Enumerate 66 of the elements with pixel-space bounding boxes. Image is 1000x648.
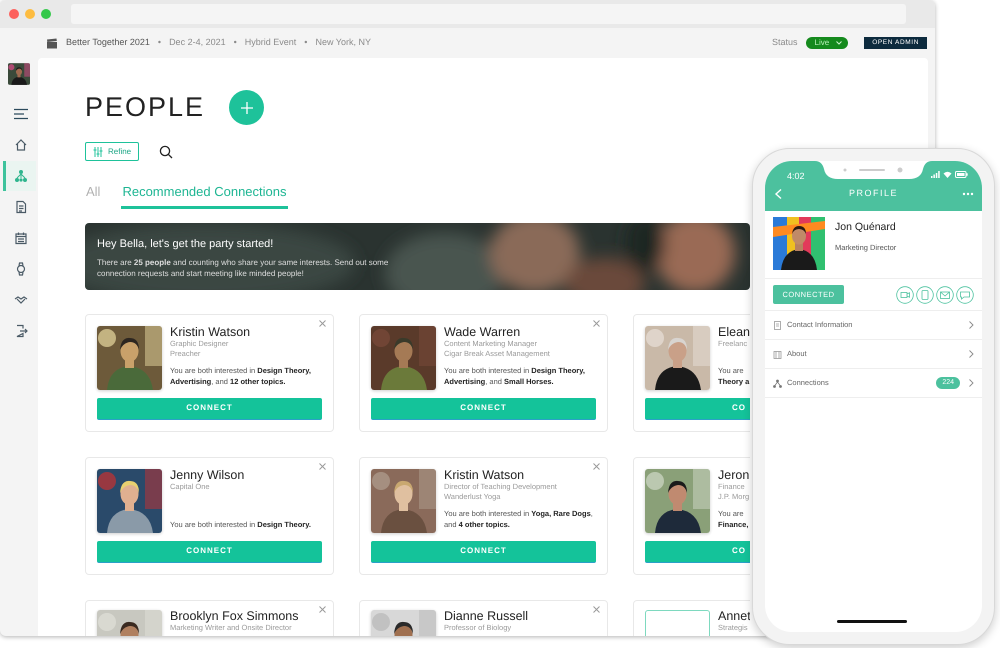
separator-dot: • xyxy=(304,36,308,50)
page-title: PEOPLE xyxy=(85,91,206,124)
person-name: Brooklyn Fox Simmons xyxy=(170,610,299,624)
person-name: Jeron xyxy=(718,468,750,482)
close-icon[interactable] xyxy=(319,462,326,470)
event-info: New York, NY xyxy=(315,36,371,50)
sliders-icon xyxy=(93,146,103,156)
battery-icon xyxy=(955,171,968,178)
mail-icon[interactable] xyxy=(936,286,954,304)
person-name: Wade Warren xyxy=(444,326,520,340)
close-icon[interactable] xyxy=(593,320,600,326)
close-icon[interactable] xyxy=(319,606,326,612)
chat-icon[interactable] xyxy=(956,286,974,304)
close-icon[interactable] xyxy=(593,606,600,612)
clapperboard-icon xyxy=(46,38,58,48)
network-icon xyxy=(14,169,28,183)
chevron-down-icon xyxy=(836,41,842,45)
signal-icon xyxy=(931,171,940,178)
person-name: Kristin Watson xyxy=(170,326,250,340)
banner-text: There are 25 people and counting who share your same interests. Send out some connection requests and start meeting like minded people! xyxy=(97,258,390,280)
screen-title: PROFILE xyxy=(848,187,899,200)
status-time: 4:02 xyxy=(787,170,805,183)
banner-title: Hey Bella, let's get the party started! xyxy=(97,236,274,252)
connect-button[interactable]: CO xyxy=(645,398,750,420)
status-label: Status xyxy=(772,36,798,50)
separator-dot: • xyxy=(158,36,162,50)
more-icon[interactable] xyxy=(962,192,974,196)
contact-card-icon xyxy=(773,320,782,330)
person-name: Dianne Russell xyxy=(444,610,528,624)
connect-button[interactable]: CONNECT xyxy=(97,398,322,420)
video-icon[interactable] xyxy=(896,286,914,304)
connect-button[interactable]: CONNECT xyxy=(371,540,596,562)
home-icon xyxy=(14,138,28,152)
tab[interactable]: All xyxy=(85,182,102,208)
search-icon[interactable] xyxy=(159,144,174,158)
status-dropdown[interactable]: Live xyxy=(806,37,848,49)
event-info: Hybrid Event xyxy=(244,36,296,50)
connect-button[interactable]: CO xyxy=(645,540,750,562)
event-info: Better Together 2021 xyxy=(66,36,150,50)
event-info: Dec 2-4, 2021 xyxy=(169,36,226,50)
connect-button[interactable]: CONNECT xyxy=(371,398,596,420)
profile-name: Jon Quénard xyxy=(835,220,896,235)
connect-button[interactable]: CONNECT xyxy=(97,540,322,562)
menu-icon[interactable] xyxy=(13,108,29,120)
separator-dot: • xyxy=(234,36,237,50)
add-button[interactable] xyxy=(229,90,264,125)
chevron-right-icon xyxy=(969,350,974,358)
phone-icon[interactable] xyxy=(916,286,934,304)
document-icon xyxy=(14,200,28,214)
refine-button[interactable]: Refine xyxy=(85,142,140,161)
person-name: Kristin Watson xyxy=(444,468,524,482)
chevron-right-icon xyxy=(969,321,974,329)
person-name: Jenny Wilson xyxy=(170,468,244,482)
home-indicator xyxy=(837,620,907,623)
tab[interactable]: Recommended Connections xyxy=(121,182,288,208)
network-icon xyxy=(773,378,782,388)
wifi-icon xyxy=(943,171,952,178)
close-icon[interactable] xyxy=(593,462,600,470)
person-name: Elean xyxy=(718,326,750,340)
close-icon[interactable] xyxy=(319,320,326,326)
watch-icon xyxy=(14,262,28,276)
chevron-right-icon xyxy=(969,379,974,387)
calendar-icon xyxy=(14,231,28,245)
exit-icon xyxy=(14,324,28,338)
building-icon xyxy=(773,350,782,358)
plus-icon xyxy=(240,102,253,114)
